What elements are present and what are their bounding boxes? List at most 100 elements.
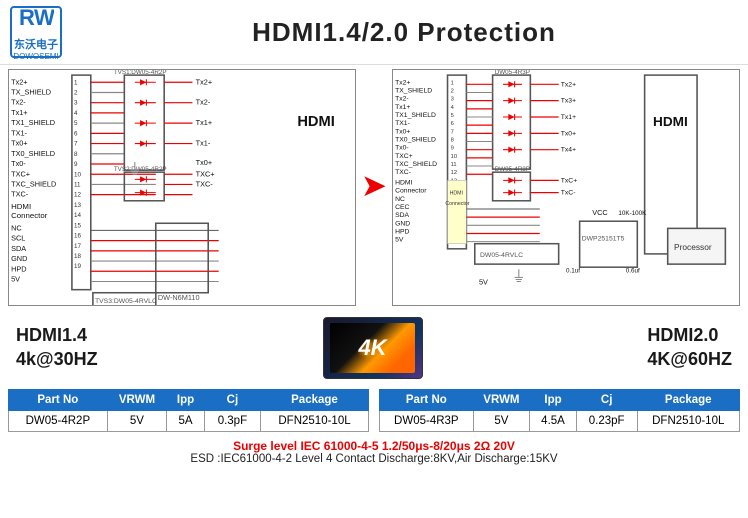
diagram-area: Tx2+ TX_SHIELD Tx2- Tx1+ TX1_SHIELD TX1-…: [0, 65, 748, 310]
svg-text:Tx1+: Tx1+: [11, 108, 28, 117]
cell-cj: 0.3pF: [204, 411, 260, 432]
svg-text:Tx2-: Tx2-: [11, 98, 26, 107]
col-header-package-right: Package: [637, 390, 740, 411]
svg-text:1: 1: [74, 79, 78, 86]
svg-text:TX_SHIELD: TX_SHIELD: [395, 88, 432, 95]
svg-text:DW05-4RVLC: DW05-4RVLC: [480, 252, 523, 259]
col-header-package-left: Package: [260, 390, 368, 411]
svg-text:DW05-4R3P: DW05-4R3P: [495, 70, 530, 76]
cell-vrwm: 5V: [107, 411, 167, 432]
middle-section: HDMI1.4 4k@30HZ 4K HDMI2.0 4K@60HZ: [0, 310, 748, 385]
col-header-ipp-right: Ipp: [530, 390, 577, 411]
svg-text:TXC-: TXC-: [196, 180, 214, 189]
svg-text:SDA: SDA: [11, 244, 26, 253]
cell-part-no-r: DW05-4R3P: [380, 411, 474, 432]
svg-text:TXC-: TXC-: [395, 169, 411, 176]
svg-text:2: 2: [451, 89, 454, 95]
svg-text:TxC-: TxC-: [561, 190, 576, 197]
svg-text:NC: NC: [395, 196, 405, 203]
tv-4k-label: 4K: [358, 335, 386, 361]
footer: Surge level IEC 61000-4-5 1.2/50μs-8/20μ…: [0, 436, 748, 468]
svg-text:Tx1+: Tx1+: [196, 118, 213, 127]
diagram-right: Tx2+ TX_SHIELD Tx2- Tx1+ TX1_SHIELD TX1-…: [392, 69, 740, 306]
svg-text:Tx0-: Tx0-: [11, 159, 26, 168]
svg-text:5V: 5V: [479, 278, 488, 287]
svg-text:TVS1:DW05-4R2P: TVS1:DW05-4R2P: [114, 70, 167, 76]
logo-letters: R W: [18, 3, 54, 36]
tv-screen: 4K: [330, 323, 415, 373]
svg-text:Tx2-: Tx2-: [395, 96, 409, 103]
cell-package-r: DFN2510-10L: [637, 411, 740, 432]
svg-text:Connector: Connector: [395, 188, 427, 195]
diagram-arrow: ➤: [360, 69, 388, 306]
svg-text:TVS2:DW05-4R2P: TVS2:DW05-4R2P: [114, 166, 167, 173]
cell-package: DFN2510-10L: [260, 411, 368, 432]
svg-text:TXC+: TXC+: [395, 153, 413, 160]
svg-text:Tx3+: Tx3+: [561, 98, 576, 105]
svg-text:TX0_SHIELD: TX0_SHIELD: [395, 137, 436, 144]
svg-text:Tx1+: Tx1+: [561, 114, 576, 121]
svg-text:HPD: HPD: [11, 264, 26, 273]
svg-text:1: 1: [451, 80, 454, 86]
surge-text: Surge level IEC 61000-4-5 1.2/50μs-8/20μ…: [10, 439, 738, 453]
svg-text:5V: 5V: [395, 237, 404, 244]
svg-text:5: 5: [451, 113, 454, 119]
svg-text:Tx2-: Tx2-: [196, 98, 211, 107]
table-right: Part No VRWM Ipp Cj Package DW05-4R3P 5V…: [379, 389, 740, 432]
svg-text:TX0_SHIELD: TX0_SHIELD: [11, 149, 55, 158]
svg-text:10: 10: [451, 154, 457, 160]
cell-ipp-r: 4.5A: [530, 411, 577, 432]
svg-text:7: 7: [451, 129, 454, 135]
svg-text:VCC: VCC: [592, 208, 607, 217]
cell-part-no: DW05-4R2P: [9, 411, 108, 432]
svg-text:12: 12: [74, 192, 82, 199]
table-left: Part No VRWM Ipp Cj Package DW05-4R2P 5V…: [8, 389, 369, 432]
svg-text:2: 2: [74, 90, 78, 97]
svg-text:Tx1-: Tx1-: [196, 139, 211, 148]
svg-text:HDMI: HDMI: [653, 114, 688, 129]
svg-text:Connector: Connector: [445, 201, 469, 207]
svg-text:13: 13: [74, 202, 82, 209]
svg-text:5: 5: [74, 120, 78, 127]
svg-text:17: 17: [74, 243, 82, 250]
esd-text: ESD :IEC61000-4-2 Level 4 Contact Discha…: [10, 453, 738, 465]
svg-text:3: 3: [451, 97, 454, 103]
tv-image: 4K: [323, 317, 423, 379]
svg-text:Connector: Connector: [11, 211, 48, 220]
svg-text:DW-N6M110: DW-N6M110: [158, 293, 200, 302]
table-row: DW05-4R3P 5V 4.5A 0.23pF DFN2510-10L: [380, 411, 740, 432]
svg-text:18: 18: [74, 253, 82, 260]
svg-text:HDMI: HDMI: [450, 191, 463, 197]
svg-text:TX1-: TX1-: [395, 120, 410, 127]
svg-text:Tx0-: Tx0-: [395, 145, 409, 152]
svg-text:19: 19: [74, 263, 82, 270]
svg-text:HPD: HPD: [395, 229, 410, 236]
svg-text:9: 9: [74, 161, 78, 168]
svg-text:10K-100K: 10K-100K: [618, 210, 647, 217]
svg-text:11: 11: [74, 182, 81, 189]
logo-en: DOWOSEMI: [13, 52, 58, 61]
tables-area: Part No VRWM Ipp Cj Package DW05-4R2P 5V…: [0, 385, 748, 436]
svg-text:GND: GND: [395, 220, 410, 227]
svg-text:R: R: [19, 5, 35, 30]
svg-text:Tx0+: Tx0+: [395, 128, 410, 135]
header: R W 东沃电子 DOWOSEMI HDMI1.4/2.0 Protection: [0, 0, 748, 65]
svg-text:7: 7: [74, 141, 78, 148]
svg-text:HDMI: HDMI: [11, 202, 31, 211]
svg-text:HDMI: HDMI: [395, 179, 413, 186]
svg-text:NC: NC: [11, 224, 22, 233]
logo-cn: 东沃电子: [14, 36, 58, 52]
svg-text:TXC+: TXC+: [196, 169, 215, 178]
col-header-ipp-left: Ipp: [167, 390, 205, 411]
col-header-cj-left: Cj: [204, 390, 260, 411]
svg-text:Tx0+: Tx0+: [561, 130, 576, 137]
svg-text:TXC-: TXC-: [11, 190, 29, 199]
svg-text:SCL: SCL: [11, 234, 25, 243]
col-header-vrwm-left: VRWM: [107, 390, 167, 411]
svg-text:Tx2+: Tx2+: [395, 79, 410, 86]
svg-text:DWP25151T5: DWP25151T5: [582, 236, 625, 243]
svg-text:0.6uf: 0.6uf: [626, 267, 640, 274]
svg-text:TxC+: TxC+: [561, 177, 578, 184]
diagram-left: Tx2+ TX_SHIELD Tx2- Tx1+ TX1_SHIELD TX1-…: [8, 69, 356, 306]
svg-text:0.1uf: 0.1uf: [566, 267, 580, 274]
